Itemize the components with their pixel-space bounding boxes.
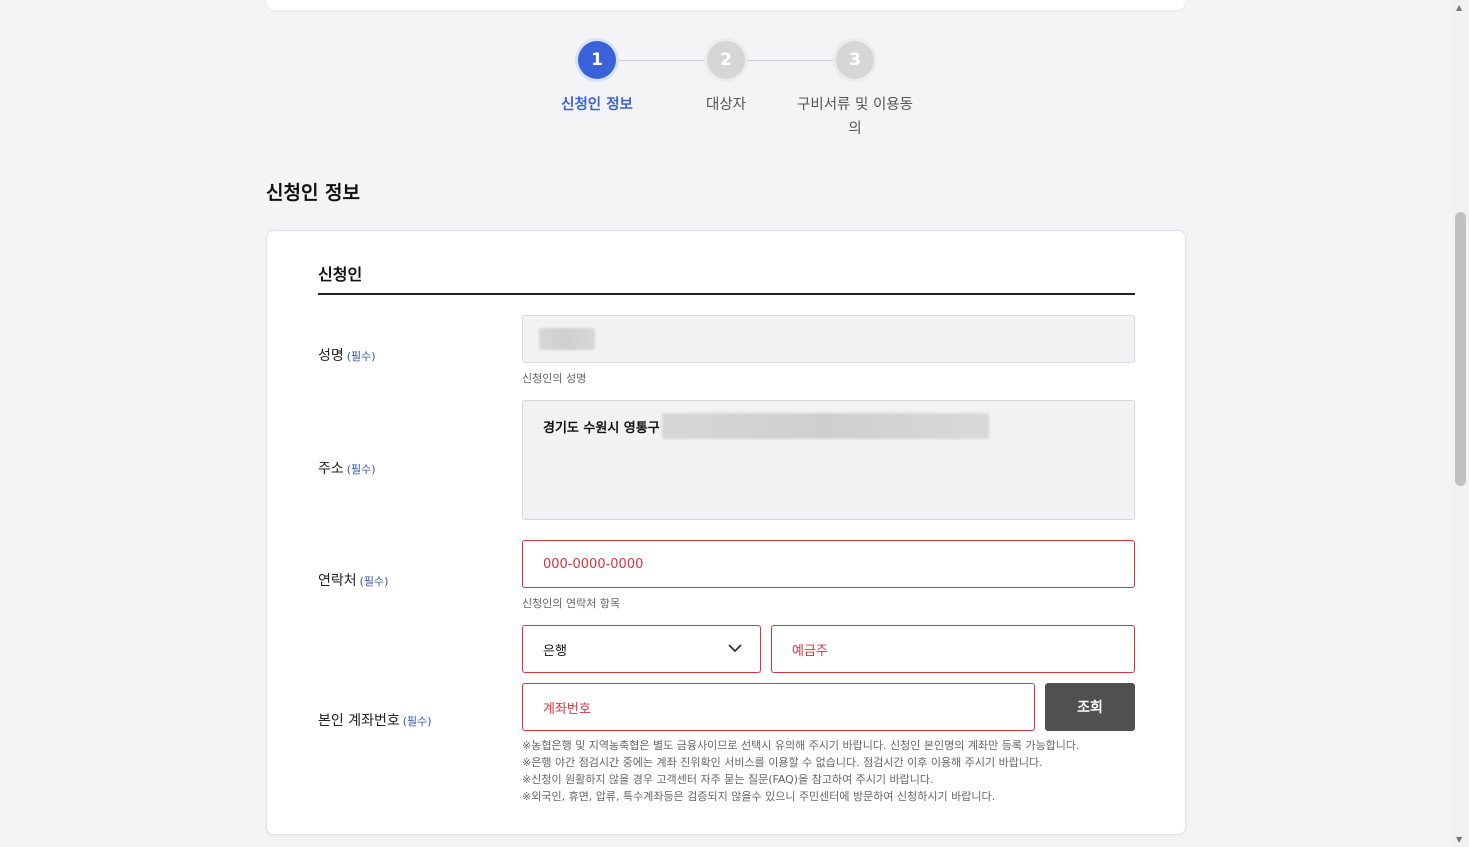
address-label: 주소 (필수) bbox=[318, 458, 376, 478]
address-label-text: 주소 bbox=[318, 461, 344, 477]
address-redacted-detail bbox=[661, 413, 989, 439]
name-label-text: 성명 bbox=[318, 348, 344, 364]
card-divider bbox=[318, 293, 1135, 295]
phone-input[interactable]: 000-0000-0000 bbox=[522, 540, 1135, 588]
account-note: ※외국인, 휴면, 압류, 특수계좌등은 검증되지 않을수 있으니 주민센터에 … bbox=[522, 790, 996, 803]
card-title: 신청인 bbox=[318, 265, 363, 284]
required-tag: (필수) bbox=[359, 575, 389, 588]
required-tag: (필수) bbox=[346, 350, 376, 363]
step-1-label: 신청인 정보 bbox=[561, 97, 633, 113]
vertical-scrollbar[interactable]: ▲ ▼ bbox=[1452, 0, 1469, 847]
step-1: 1 신청인 정보 bbox=[527, 41, 667, 117]
name-field[interactable] bbox=[522, 315, 1135, 363]
account-search-button[interactable]: 조회 bbox=[1045, 683, 1135, 731]
section-title: 신청인 정보 bbox=[266, 182, 361, 204]
top-card bbox=[266, 0, 1185, 10]
account-note: ※신청이 원활하지 않을 경우 고객센터 자주 묻는 질문(FAQ)을 참고하여… bbox=[522, 773, 934, 786]
required-tag: (필수) bbox=[346, 463, 376, 476]
account-label: 본인 계좌번호 (필수) bbox=[318, 710, 432, 730]
account-holder-input[interactable]: 예금주 bbox=[771, 625, 1135, 673]
address-field[interactable]: 경기도 수원시 영통구 bbox=[522, 400, 1135, 520]
name-redacted-value bbox=[539, 328, 595, 350]
step-3: 3 구비서류 및 이용동의 bbox=[785, 41, 925, 141]
scroll-up-icon[interactable]: ▲ bbox=[1456, 3, 1462, 12]
name-label: 성명 (필수) bbox=[318, 345, 376, 365]
step-3-label: 구비서류 및 이용동의 bbox=[797, 97, 913, 137]
chevron-down-icon bbox=[728, 642, 742, 657]
applicant-card: 신청인 성명 (필수) 신청인의 성명 주소 (필수) 경기도 수원시 영통구 연락… bbox=[266, 230, 1186, 835]
account-holder-placeholder: 예금주 bbox=[792, 643, 828, 659]
scrollbar-thumb[interactable] bbox=[1455, 212, 1466, 486]
step-2-label: 대상자 bbox=[705, 97, 747, 113]
required-tag: (필수) bbox=[402, 715, 432, 728]
phone-label: 연락처 (필수) bbox=[318, 570, 388, 590]
step-2: 2 대상자 bbox=[656, 41, 796, 117]
account-note: ※은행 야간 점검시간 중에는 계좌 진위확인 서비스를 이용할 수 없습니다.… bbox=[522, 756, 1043, 769]
bank-select-value: 은행 bbox=[543, 643, 567, 659]
account-note: ※농협은행 및 지역농축협은 별도 금융사이므로 선택시 유의해 주시기 바랍니… bbox=[522, 739, 1080, 752]
scroll-down-icon[interactable]: ▼ bbox=[1456, 835, 1462, 844]
step-3-number: 3 bbox=[836, 41, 874, 79]
bank-select[interactable]: 은행 bbox=[522, 625, 761, 673]
account-notes: ※농협은행 및 지역농축협은 별도 금융사이므로 선택시 유의해 주시기 바랍니… bbox=[522, 737, 1080, 805]
step-1-number: 1 bbox=[578, 41, 616, 79]
account-label-text: 본인 계좌번호 bbox=[318, 713, 400, 729]
phone-helper: 신청인의 연락처 항목 bbox=[522, 597, 621, 610]
account-number-placeholder: 계좌번호 bbox=[543, 701, 591, 717]
phone-label-text: 연락처 bbox=[318, 573, 357, 589]
account-number-input[interactable]: 계좌번호 bbox=[522, 683, 1035, 731]
name-helper: 신청인의 성명 bbox=[522, 372, 587, 385]
address-value: 경기도 수원시 영통구 bbox=[543, 421, 660, 436]
step-2-number: 2 bbox=[707, 41, 745, 79]
phone-placeholder: 000-0000-0000 bbox=[543, 556, 644, 572]
